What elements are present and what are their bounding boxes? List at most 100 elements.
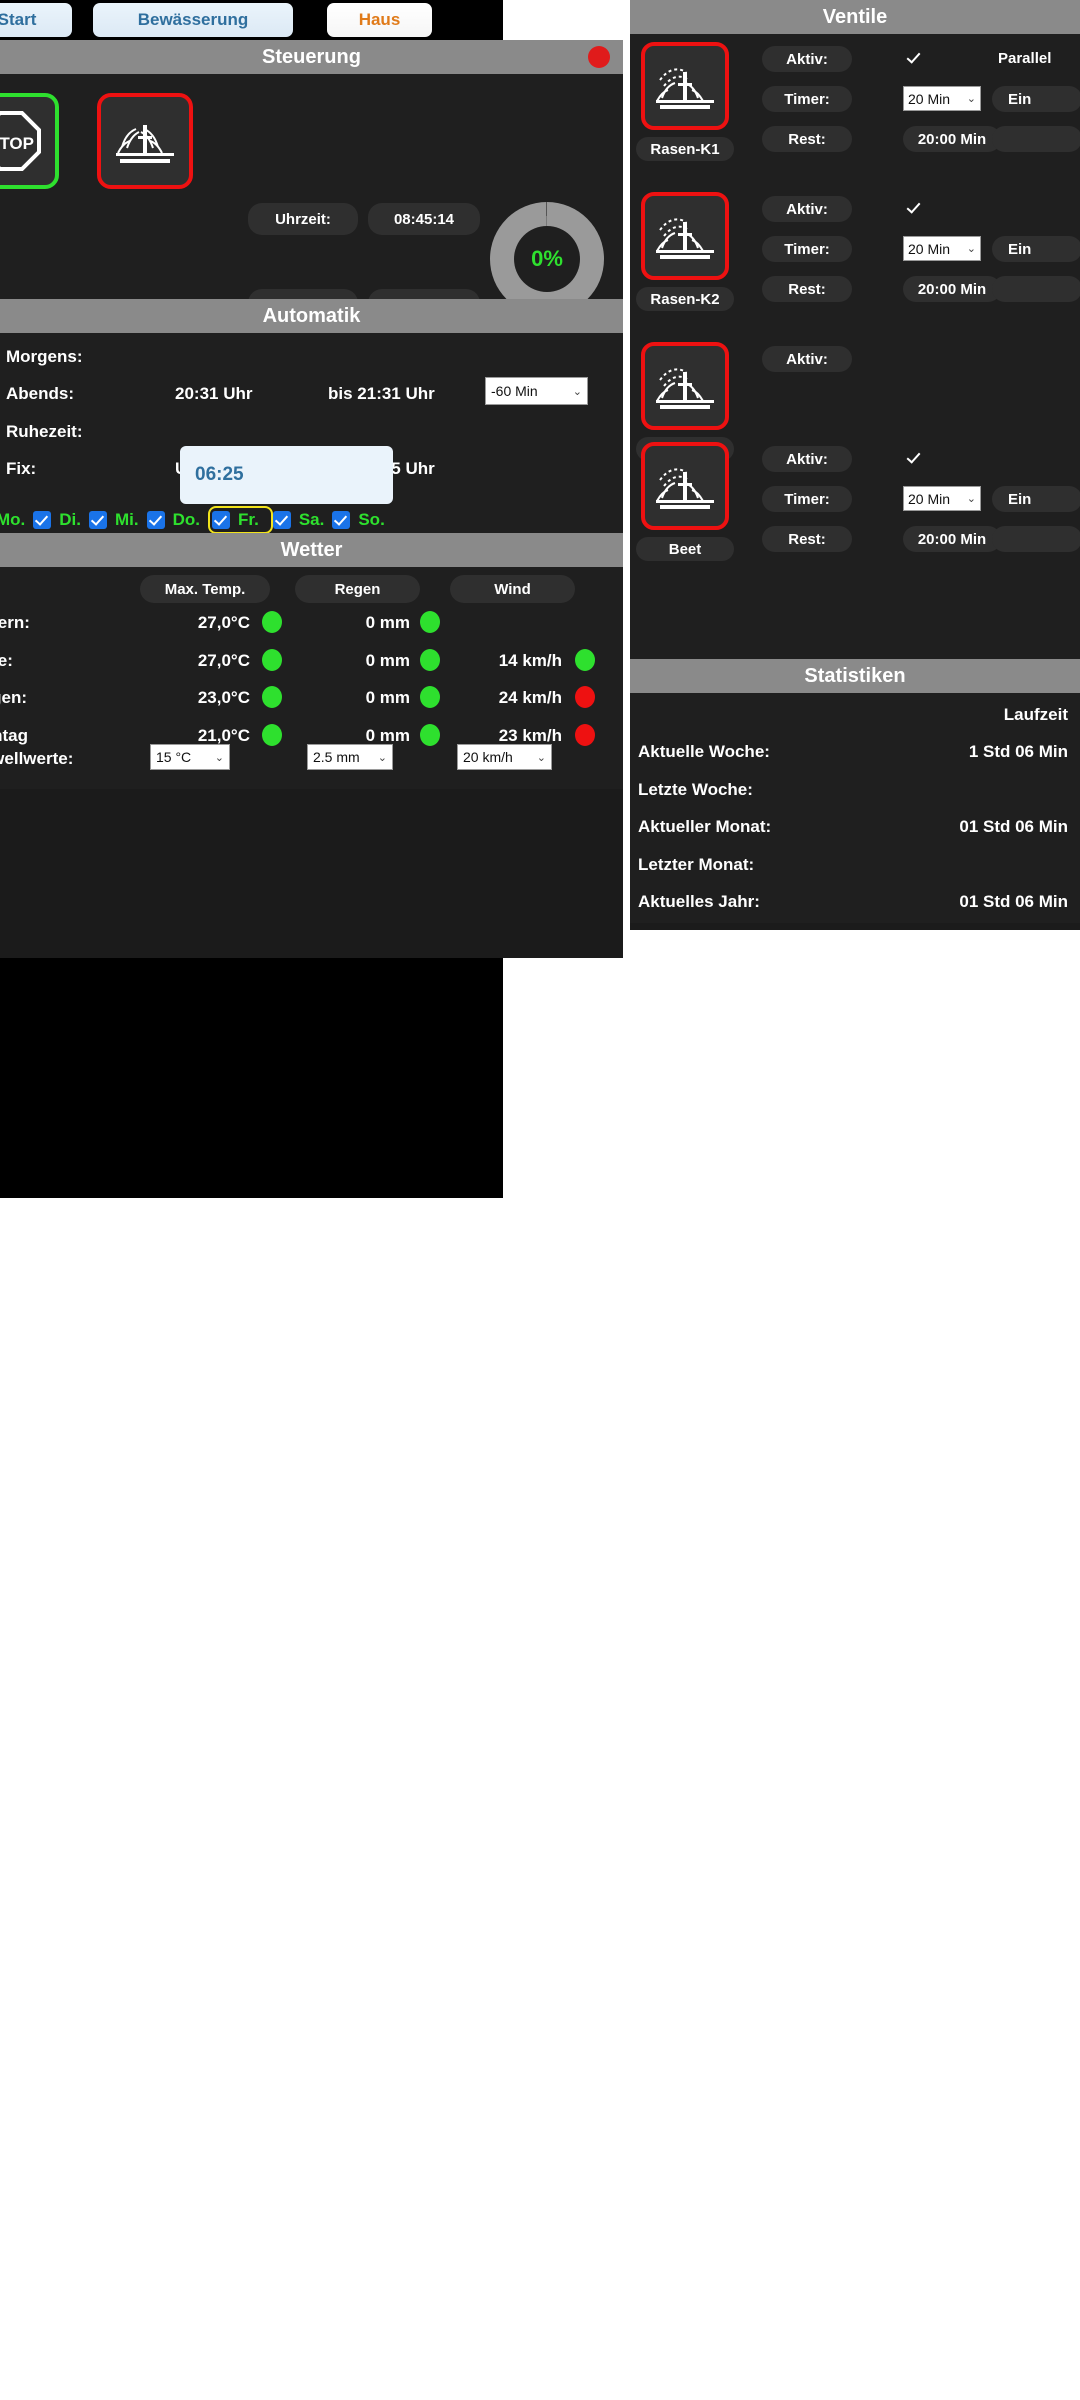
wetter-col-temp: Max. Temp. bbox=[140, 575, 270, 603]
automatik-abends-time[interactable]: 20:31 Uhr bbox=[175, 384, 252, 404]
ventile-body: Rasen-K1 Aktiv: Parallel Timer: 20 Min ⌄ … bbox=[630, 34, 1080, 659]
time-picker-value: 06:25 bbox=[195, 464, 244, 485]
wetter-temp-led-2 bbox=[262, 686, 282, 708]
threshold-rain-select[interactable]: 2.5 mm ⌄ bbox=[307, 744, 393, 770]
valve-rest-label-3: Rest: bbox=[762, 526, 852, 552]
automatik-body: Morgens: Abends: Ruhezeit: Fix: 20:31 Uh… bbox=[0, 333, 623, 534]
tab-haus-label: Haus bbox=[358, 10, 401, 29]
valve-timer-value-0: 20 Min bbox=[908, 90, 951, 107]
weekday-sa-checkbox[interactable] bbox=[272, 511, 291, 529]
statistiken-title: Statistiken bbox=[804, 664, 906, 687]
valve-ein-button-0[interactable]: Ein bbox=[992, 86, 1080, 112]
valve-parallel-label-0: Parallel bbox=[998, 50, 1052, 67]
valve-extra-1[interactable] bbox=[992, 276, 1080, 302]
threshold-wind-value: 20 km/h bbox=[463, 749, 513, 765]
valve-timer-value-1: 20 Min bbox=[908, 240, 951, 257]
offset-select[interactable]: -60 Min ⌄ bbox=[485, 377, 588, 405]
weekday-fr-checkbox[interactable] bbox=[212, 511, 231, 529]
valve-timer-select-1[interactable]: 20 Min ⌄ bbox=[903, 236, 981, 261]
tab-bewaesserung[interactable]: Bewässerung bbox=[93, 3, 293, 37]
wetter-row-label-3: Sonntag bbox=[0, 726, 28, 745]
valve-aktiv-label-1: Aktiv: bbox=[762, 196, 852, 222]
wetter-temp-2: 23,0°C bbox=[197, 688, 250, 707]
wetter-body: Max. Temp. Regen Wind Gestern: 27,0°C 0 … bbox=[0, 567, 623, 789]
svg-text:STOP: STOP bbox=[0, 134, 34, 153]
offset-select-value: -60 Min bbox=[491, 383, 538, 399]
valve-rest-label-1: Rest: bbox=[762, 276, 852, 302]
automatik-title: Automatik bbox=[262, 304, 361, 327]
automatik-row-label-fix: Fix: bbox=[6, 459, 37, 478]
chevron-down-icon: ⌄ bbox=[214, 751, 224, 764]
automatik-row-label-ruhezeit: Ruhezeit: bbox=[6, 422, 83, 441]
sprinkler-icon bbox=[656, 68, 714, 109]
right-column: Ventile Rasen-K1 Aktiv: Parallel Timer: … bbox=[630, 0, 1080, 930]
weekday-di[interactable]: Di. bbox=[33, 510, 89, 530]
valve-icon-button-3[interactable] bbox=[641, 442, 729, 530]
valve-timer-select-3[interactable]: 20 Min ⌄ bbox=[903, 486, 981, 511]
valve-aktiv-label-0: Aktiv: bbox=[762, 46, 852, 72]
valve-extra-0[interactable] bbox=[992, 126, 1080, 152]
weekday-so-checkbox[interactable] bbox=[332, 511, 351, 529]
valve-extra-3[interactable] bbox=[992, 526, 1080, 552]
wetter-temp-1: 27,0°C bbox=[197, 651, 250, 670]
wetter-row-label-2: Morgen: bbox=[0, 688, 28, 707]
field-value-uhrzeit: 08:45:14 bbox=[368, 203, 480, 235]
valve-timer-select-0[interactable]: 20 Min ⌄ bbox=[903, 86, 981, 111]
time-picker-popup[interactable]: 06:25 bbox=[180, 446, 393, 504]
valve-icon-button-1[interactable] bbox=[641, 192, 729, 280]
valve-ein-button-3[interactable]: Ein bbox=[992, 486, 1080, 512]
sprinkler-toggle-button[interactable] bbox=[97, 93, 193, 189]
chevron-down-icon: ⌄ bbox=[377, 751, 387, 764]
tab-bewaesserung-label: Bewässerung bbox=[137, 10, 249, 29]
valve-ein-label-3: Ein bbox=[1008, 490, 1032, 508]
weekday-mo[interactable]: Mo. bbox=[0, 510, 33, 530]
weekday-di-checkbox[interactable] bbox=[33, 511, 52, 529]
stat-value-0: 1 Std 06 Min bbox=[968, 742, 1068, 761]
valve-icon-button-0[interactable] bbox=[641, 42, 729, 130]
valve-name-0: Rasen-K1 bbox=[636, 137, 734, 161]
wetter-temp-led-0 bbox=[262, 611, 282, 633]
wetter-col-wind: Wind bbox=[450, 575, 575, 603]
threshold-wind-select[interactable]: 20 km/h ⌄ bbox=[457, 744, 552, 770]
weekday-do[interactable]: Do. bbox=[146, 510, 208, 530]
statistiken-body: Laufzeit Aktuelle Woche: 1 Std 06 Min Le… bbox=[630, 693, 1080, 923]
tab-bar: Start Bewässerung Haus bbox=[0, 0, 503, 40]
threshold-rain-value: 2.5 mm bbox=[313, 749, 360, 765]
weekday-mi-checkbox[interactable] bbox=[89, 511, 108, 529]
stat-label-3: Letzter Monat: bbox=[638, 855, 755, 874]
wetter-temp-led-1 bbox=[262, 649, 282, 671]
chevron-down-icon: ⌄ bbox=[536, 751, 546, 764]
stop-button[interactable]: STOP bbox=[0, 93, 59, 189]
wetter-row-label-1: Heute: bbox=[0, 651, 13, 670]
weekday-fr[interactable]: Fr. bbox=[208, 506, 273, 534]
valve-timer-label-1: Timer: bbox=[762, 236, 852, 262]
steuerung-title: Steuerung bbox=[262, 45, 361, 68]
weekday-mi[interactable]: Mi. bbox=[89, 510, 147, 530]
wetter-row-label-0: Gestern: bbox=[0, 613, 30, 632]
wetter-rain-0: 0 mm bbox=[365, 613, 410, 632]
weekday-di-label: Di. bbox=[59, 510, 82, 529]
valve-row-beet: Beet Aktiv: Timer: 20 Min ⌄ Ein Rest: 20:… bbox=[630, 434, 1080, 584]
tab-haus[interactable]: Haus bbox=[327, 3, 432, 37]
wetter-wind-1: 14 km/h bbox=[498, 651, 562, 670]
tab-start[interactable]: Start bbox=[0, 3, 72, 37]
wetter-wind-3: 23 km/h bbox=[498, 726, 562, 745]
threshold-temp-select[interactable]: 15 °C ⌄ bbox=[150, 744, 230, 770]
weekday-mi-label: Mi. bbox=[115, 510, 139, 529]
weekday-sa[interactable]: Sa. bbox=[272, 510, 333, 530]
section-header-wetter: Wetter bbox=[0, 533, 623, 567]
stat-label-1: Letzte Woche: bbox=[638, 780, 753, 799]
valve-ein-label-0: Ein bbox=[1008, 90, 1032, 108]
weekday-do-checkbox[interactable] bbox=[146, 511, 165, 529]
chevron-down-icon: ⌄ bbox=[572, 385, 582, 398]
valve-icon-button-2[interactable] bbox=[641, 342, 729, 430]
weekday-so[interactable]: So. bbox=[332, 510, 392, 530]
sprinkler-icon bbox=[656, 218, 714, 259]
valve-ein-button-1[interactable]: Ein bbox=[992, 236, 1080, 262]
valve-rest-value-0: 20:00 Min bbox=[903, 126, 1001, 152]
valve-rest-label-0: Rest: bbox=[762, 126, 852, 152]
stat-label-4: Aktuelles Jahr: bbox=[638, 892, 760, 911]
valve-timer-label-0: Timer: bbox=[762, 86, 852, 112]
weekday-do-label: Do. bbox=[172, 510, 201, 529]
progress-gauge-value: 0% bbox=[531, 246, 563, 271]
